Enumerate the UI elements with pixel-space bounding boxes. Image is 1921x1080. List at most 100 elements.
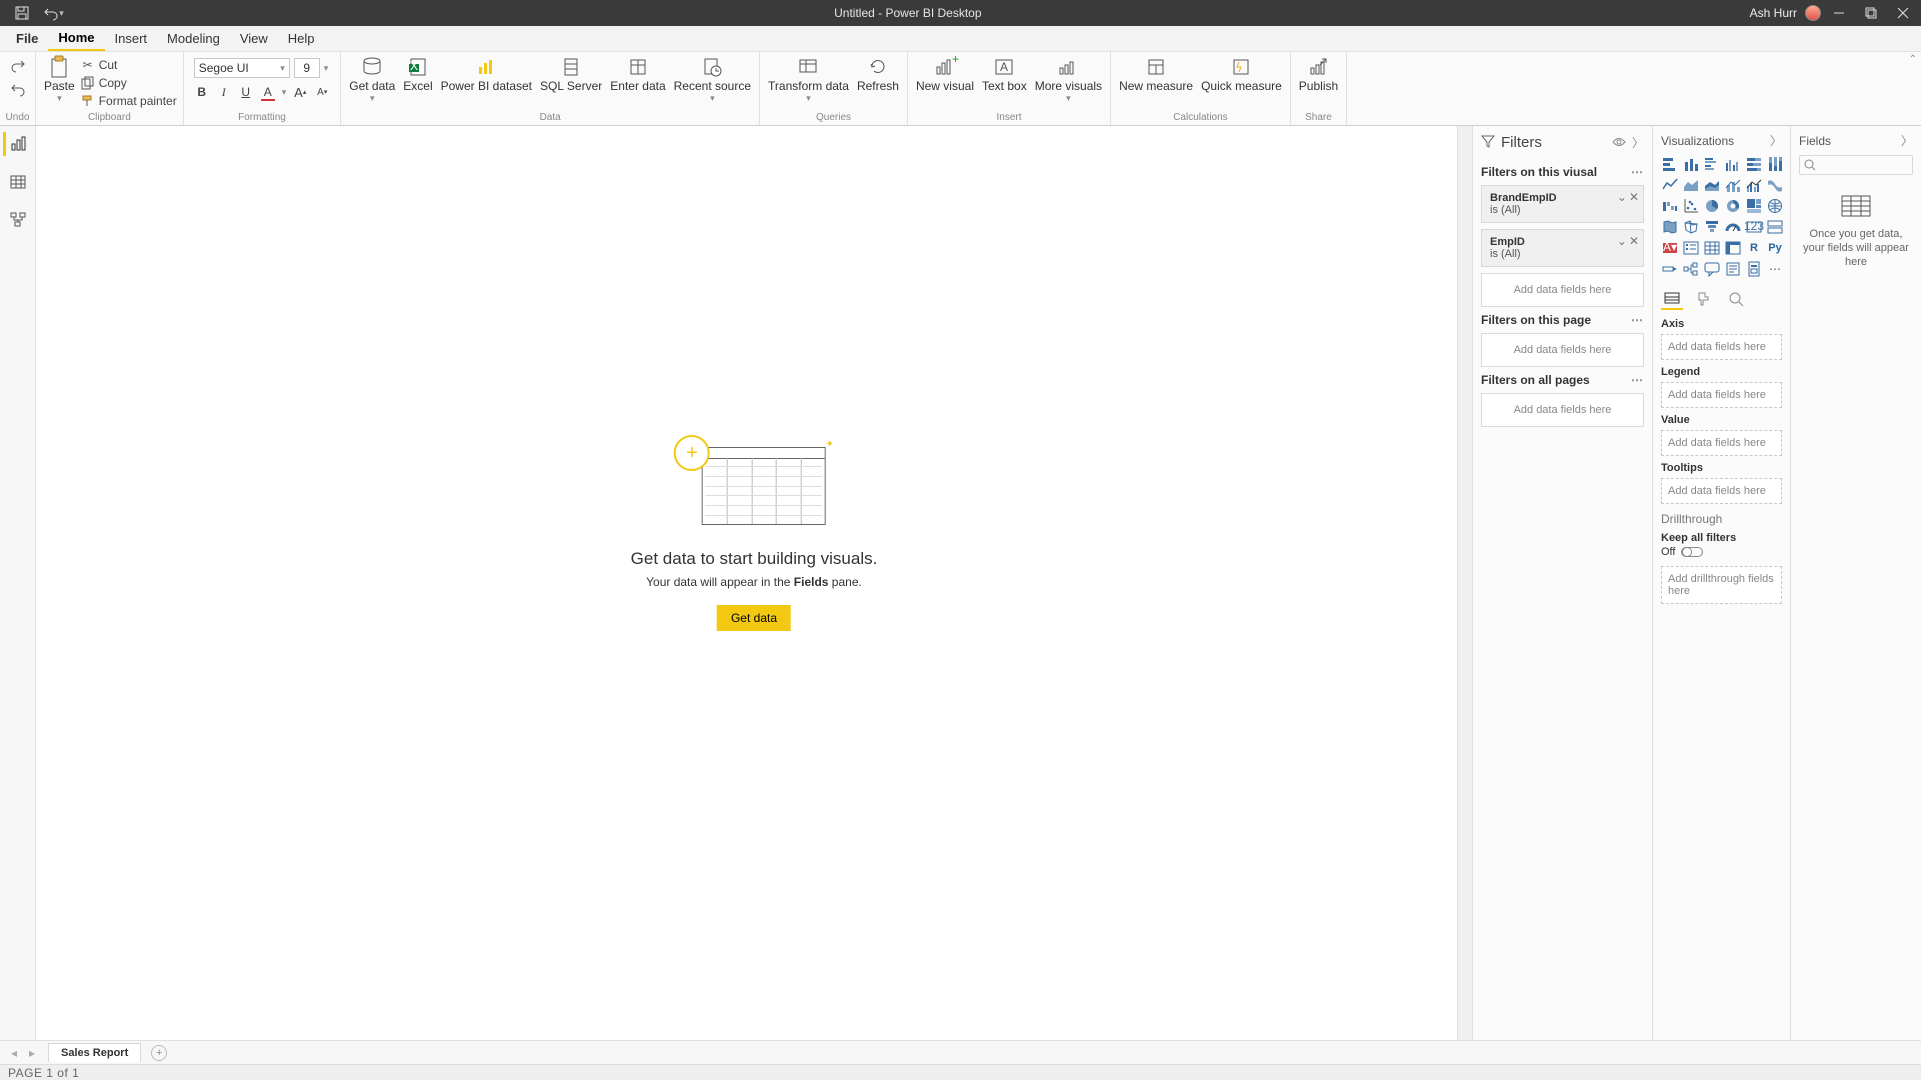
viz-smart-narrative-icon[interactable] bbox=[1724, 260, 1742, 278]
viz-multi-row-card-icon[interactable] bbox=[1766, 218, 1784, 236]
recent-sources-button[interactable]: Recent source▾ bbox=[670, 52, 755, 110]
ribbon-collapse-icon[interactable]: ⌃ bbox=[1909, 54, 1917, 65]
filter-remove-icon[interactable]: ✕ bbox=[1629, 234, 1639, 248]
font-size-chevron-icon[interactable]: ▾ bbox=[324, 63, 329, 74]
axis-well[interactable]: Add data fields here bbox=[1661, 334, 1782, 360]
viz-qa-icon[interactable] bbox=[1703, 260, 1721, 278]
refresh-button[interactable]: Refresh bbox=[853, 52, 903, 110]
menu-home[interactable]: Home bbox=[48, 26, 104, 51]
viz-line-stacked-column-icon[interactable] bbox=[1724, 176, 1742, 194]
minimize-button[interactable] bbox=[1825, 0, 1853, 26]
font-size-select[interactable]: 9 bbox=[294, 58, 320, 78]
viz-filled-map-icon[interactable] bbox=[1661, 218, 1679, 236]
menu-view[interactable]: View bbox=[230, 26, 278, 51]
viz-clustered-column-icon[interactable] bbox=[1724, 155, 1742, 173]
undo-qat-icon[interactable]: ▾ bbox=[42, 1, 66, 25]
report-canvas[interactable]: ✦ + Get data to start building visuals. … bbox=[36, 126, 1473, 1040]
filters-on-visual-dropzone[interactable]: Add data fields here bbox=[1481, 273, 1644, 307]
viz-kpi-icon[interactable]: A▾ bbox=[1661, 239, 1679, 257]
filter-remove-icon[interactable]: ✕ bbox=[1629, 190, 1639, 204]
filters-on-all-dropzone[interactable]: Add data fields here bbox=[1481, 393, 1644, 427]
viz-format-tab[interactable] bbox=[1693, 288, 1715, 310]
sql-server-button[interactable]: SQL Server bbox=[536, 52, 606, 110]
filters-on-all-more-icon[interactable]: ⋯ bbox=[1631, 373, 1644, 387]
viz-donut-icon[interactable] bbox=[1724, 197, 1742, 215]
maximize-button[interactable] bbox=[1857, 0, 1885, 26]
page-next-button[interactable]: ▸ bbox=[24, 1045, 40, 1061]
format-painter-button[interactable]: Format painter bbox=[79, 92, 179, 110]
undo-button[interactable] bbox=[9, 80, 27, 98]
get-data-button[interactable]: Get data▾ bbox=[345, 52, 399, 110]
save-icon[interactable] bbox=[10, 1, 34, 25]
page-tab-sales-report[interactable]: Sales Report bbox=[48, 1043, 141, 1062]
new-visual-button[interactable]: +New visual bbox=[912, 52, 978, 110]
fields-search-input[interactable] bbox=[1799, 155, 1913, 175]
menu-modeling[interactable]: Modeling bbox=[157, 26, 230, 51]
underline-button[interactable]: U bbox=[238, 84, 254, 100]
viz-collapse-icon[interactable]: 〉 bbox=[1770, 132, 1782, 149]
viz-funnel-icon[interactable] bbox=[1703, 218, 1721, 236]
cut-button[interactable]: ✂Cut bbox=[79, 56, 179, 74]
filters-on-visual-more-icon[interactable]: ⋯ bbox=[1631, 165, 1644, 179]
get-data-canvas-button[interactable]: Get data bbox=[717, 605, 791, 631]
model-view-button[interactable] bbox=[3, 208, 33, 232]
viz-map-icon[interactable] bbox=[1766, 197, 1784, 215]
filter-card-empid[interactable]: EmpID is (All) ⌄✕ bbox=[1481, 229, 1644, 267]
legend-well[interactable]: Add data fields here bbox=[1661, 382, 1782, 408]
font-color-chevron-icon[interactable]: ▾ bbox=[282, 87, 287, 98]
paste-button[interactable]: Paste▾ bbox=[40, 52, 79, 110]
viz-waterfall-icon[interactable] bbox=[1661, 197, 1679, 215]
viz-card-icon[interactable]: 123 bbox=[1745, 218, 1763, 236]
filters-on-page-dropzone[interactable]: Add data fields here bbox=[1481, 333, 1644, 367]
menu-insert[interactable]: Insert bbox=[105, 26, 158, 51]
excel-button[interactable]: XExcel bbox=[399, 52, 436, 110]
viz-ribbon-icon[interactable] bbox=[1766, 176, 1784, 194]
font-color-button[interactable]: A bbox=[260, 84, 276, 100]
more-visuals-button[interactable]: More visuals▾ bbox=[1031, 52, 1106, 110]
viz-table-icon[interactable] bbox=[1703, 239, 1721, 257]
redo-button[interactable] bbox=[9, 56, 27, 74]
user-name[interactable]: Ash Hurr bbox=[1750, 6, 1797, 20]
filters-collapse-icon[interactable]: 〉 bbox=[1632, 134, 1644, 151]
canvas-vertical-scrollbar[interactable] bbox=[1457, 126, 1472, 1040]
menu-file[interactable]: File bbox=[6, 26, 48, 51]
viz-scatter-icon[interactable] bbox=[1682, 197, 1700, 215]
viz-pie-icon[interactable] bbox=[1703, 197, 1721, 215]
viz-line-icon[interactable] bbox=[1661, 176, 1679, 194]
viz-100-stacked-bar-icon[interactable] bbox=[1745, 155, 1763, 173]
filters-on-page-more-icon[interactable]: ⋯ bbox=[1631, 313, 1644, 327]
enter-data-button[interactable]: Enter data bbox=[606, 52, 669, 110]
transform-data-button[interactable]: Transform data▾ bbox=[764, 52, 853, 110]
viz-100-stacked-column-icon[interactable] bbox=[1766, 155, 1784, 173]
report-view-button[interactable] bbox=[3, 132, 33, 156]
tooltips-well[interactable]: Add data fields here bbox=[1661, 478, 1782, 504]
viz-decomposition-tree-icon[interactable] bbox=[1682, 260, 1700, 278]
value-well[interactable]: Add data fields here bbox=[1661, 430, 1782, 456]
filter-expand-icon[interactable]: ⌄ bbox=[1617, 234, 1627, 248]
viz-analytics-tab[interactable] bbox=[1725, 288, 1747, 310]
viz-line-clustered-column-icon[interactable] bbox=[1745, 176, 1763, 194]
viz-treemap-icon[interactable] bbox=[1745, 197, 1763, 215]
page-prev-button[interactable]: ◂ bbox=[6, 1045, 22, 1061]
viz-r-script-icon[interactable]: R bbox=[1745, 239, 1763, 257]
text-box-button[interactable]: AText box bbox=[978, 52, 1031, 110]
filters-visibility-icon[interactable] bbox=[1612, 136, 1626, 150]
viz-key-influencers-icon[interactable] bbox=[1661, 260, 1679, 278]
bold-button[interactable]: B bbox=[194, 84, 210, 100]
font-name-select[interactable]: Segoe UI▾ bbox=[194, 58, 290, 78]
shrink-font-button[interactable]: A▾ bbox=[314, 84, 330, 100]
grow-font-button[interactable]: A▴ bbox=[292, 84, 308, 100]
menu-help[interactable]: Help bbox=[278, 26, 325, 51]
viz-gauge-icon[interactable] bbox=[1724, 218, 1742, 236]
viz-clustered-bar-icon[interactable] bbox=[1703, 155, 1721, 173]
viz-more-icon[interactable]: ⋯ bbox=[1766, 260, 1784, 278]
filter-card-brandempid[interactable]: BrandEmpID is (All) ⌄✕ bbox=[1481, 185, 1644, 223]
viz-slicer-icon[interactable] bbox=[1682, 239, 1700, 257]
pbi-dataset-button[interactable]: Power BI dataset bbox=[437, 52, 536, 110]
viz-fields-tab[interactable] bbox=[1661, 288, 1683, 310]
add-page-button[interactable]: + bbox=[151, 1045, 167, 1061]
viz-matrix-icon[interactable] bbox=[1724, 239, 1742, 257]
viz-stacked-bar-icon[interactable] bbox=[1661, 155, 1679, 173]
fields-collapse-icon[interactable]: 〉 bbox=[1901, 132, 1913, 149]
close-button[interactable] bbox=[1889, 0, 1917, 26]
